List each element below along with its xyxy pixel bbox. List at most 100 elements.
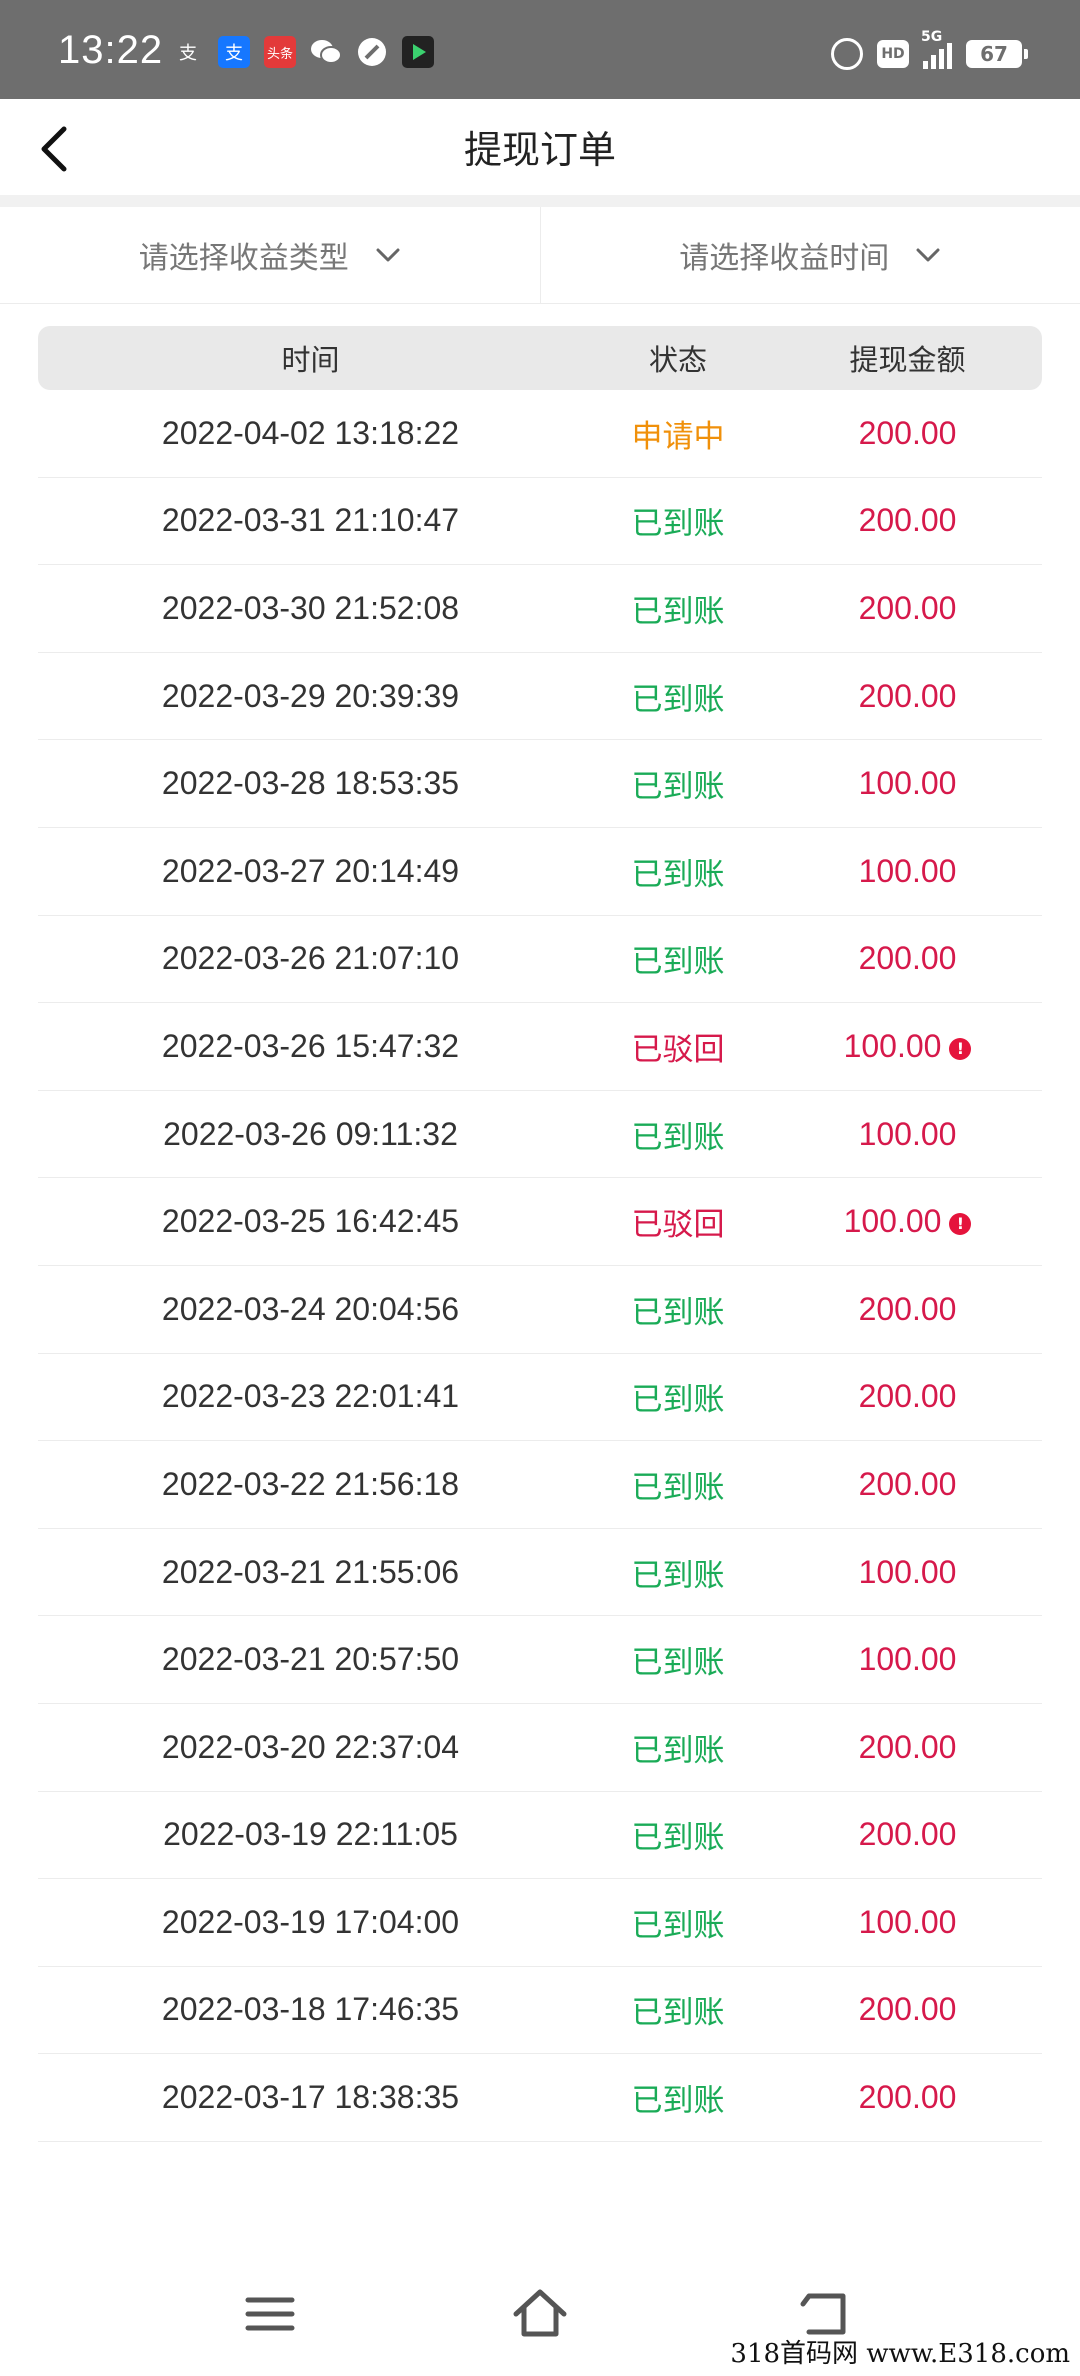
table-row[interactable]: 2022-03-19 22:11:05 已到账 200.00: [38, 1792, 1042, 1880]
table-row[interactable]: 2022-03-30 21:52:08 已到账 200.00: [38, 565, 1042, 653]
table-row[interactable]: 2022-03-22 21:56:18 已到账 200.00: [38, 1441, 1042, 1529]
row-status: 已到账: [631, 769, 725, 806]
withdrawal-table: 时间 状态 提现金额 2022-04-02 13:18:22 申请中 200.00 2…: [38, 326, 1042, 2142]
row-status: 已到账: [631, 1820, 725, 1857]
amount-value: 200.00: [858, 2079, 957, 2116]
row-time: 2022-03-26 15:47:32: [161, 1027, 460, 1064]
alipay-icon: 支: [179, 43, 197, 64]
table-row[interactable]: 2022-03-26 15:47:32 已驳回 100.00!: [38, 1003, 1042, 1091]
table-row[interactable]: 2022-03-17 18:38:35 已到账 200.00: [38, 2054, 1042, 2142]
table-row[interactable]: 2022-03-28 18:53:35 已到账 100.00: [38, 740, 1042, 828]
table-row[interactable]: 2022-03-26 09:11:32 已到账 100.00: [38, 1091, 1042, 1179]
battery-icon: 67: [966, 40, 1028, 68]
table-row[interactable]: 2022-03-20 22:37:04 已到账 200.00: [38, 1704, 1042, 1792]
table-header: 时间 状态 提现金额: [38, 326, 1042, 390]
row-status: 已驳回: [631, 1031, 725, 1068]
row-time: 2022-03-17 18:38:35: [161, 2079, 460, 2116]
amount-value: 100.00: [858, 1553, 957, 1590]
amount-value: 100.00: [858, 1903, 957, 1940]
menu-button[interactable]: [240, 2284, 300, 2344]
row-time: 2022-03-31 21:10:47: [161, 502, 460, 539]
income-time-label: 请选择收益时间: [679, 241, 890, 276]
app-header: 提现订单: [0, 99, 1080, 195]
row-status: 已到账: [631, 1294, 725, 1331]
row-status: 已到账: [631, 1557, 725, 1594]
row-time: 2022-03-26 09:11:32: [163, 1115, 458, 1152]
row-amount: 200.00: [773, 1466, 1042, 1503]
amount-value: 200.00: [858, 1728, 957, 1765]
amount-value: 200.00: [858, 677, 957, 714]
row-status: 已到账: [631, 593, 725, 630]
row-time: 2022-03-25 16:42:45: [161, 1203, 460, 1240]
page-title: 提现订单: [463, 128, 616, 172]
amount-value: 100.00: [858, 1641, 957, 1678]
home-icon: [513, 2289, 567, 2337]
row-amount: 100.00: [773, 853, 1042, 890]
home-button[interactable]: [510, 2284, 570, 2344]
amount-value: 200.00: [858, 940, 957, 977]
wechat-icon: [310, 36, 342, 68]
amount-value: 200.00: [858, 1991, 957, 2028]
table-row[interactable]: 2022-03-19 17:04:00 已到账 100.00: [38, 1879, 1042, 1967]
watermark-text: 318首码网 www.E318.com: [730, 2339, 1070, 2369]
row-status: 已到账: [631, 1119, 725, 1156]
table-row[interactable]: 2022-03-23 22:01:41 已到账 200.00: [38, 1354, 1042, 1442]
table-row[interactable]: 2022-03-24 20:04:56 已到账 200.00: [38, 1266, 1042, 1354]
table-row[interactable]: 2022-03-29 20:39:39 已到账 200.00: [38, 653, 1042, 741]
table-row[interactable]: 2022-03-31 21:10:47 已到账 200.00: [38, 478, 1042, 566]
amount-value: 200.00: [858, 414, 957, 451]
table-row[interactable]: 2022-03-21 21:55:06 已到账 100.00: [38, 1529, 1042, 1617]
column-header-status: 状态: [648, 343, 707, 377]
column-header-amount: 提现金额: [849, 343, 966, 377]
filter-bar: 请选择收益类型 请选择收益时间: [0, 207, 1080, 304]
row-amount: 200.00: [773, 415, 1042, 452]
amount-value: 200.00: [858, 1816, 957, 1853]
row-status: 已到账: [631, 856, 725, 893]
warning-icon[interactable]: !: [949, 1213, 972, 1236]
row-time: 2022-03-28 18:53:35: [161, 765, 460, 802]
table-row[interactable]: 2022-03-25 16:42:45 已驳回 100.00!: [38, 1178, 1042, 1266]
row-time: 2022-03-18 17:46:35: [161, 1991, 460, 2028]
row-time: 2022-03-30 21:52:08: [161, 589, 460, 626]
amount-value: 200.00: [858, 502, 957, 539]
row-time: 2022-03-29 20:39:39: [161, 677, 460, 714]
row-amount: 200.00: [773, 2079, 1042, 2116]
table-row[interactable]: 2022-03-27 20:14:49 已到账 100.00: [38, 828, 1042, 916]
toutiao-icon: 头条: [264, 36, 296, 68]
row-amount: 200.00: [773, 1816, 1042, 1853]
table-row[interactable]: 2022-03-26 21:07:10 已到账 200.00: [38, 916, 1042, 1004]
row-amount: 100.00: [773, 1641, 1042, 1678]
amount-value: 200.00: [858, 1378, 957, 1415]
row-amount: 200.00: [773, 1991, 1042, 2028]
row-amount: 100.00: [773, 765, 1042, 802]
compass-icon: [356, 36, 388, 68]
row-time: 2022-03-26 21:07:10: [161, 940, 460, 977]
income-type-label: 请选择收益类型: [138, 241, 349, 276]
signal-icon: 5G: [921, 29, 952, 69]
amount-value: 200.00: [858, 589, 957, 626]
amount-value: 100.00: [843, 1203, 942, 1240]
row-amount: 100.00: [773, 1904, 1042, 1941]
row-time: 2022-03-19 22:11:05: [163, 1816, 458, 1853]
row-amount: 100.00: [773, 1116, 1042, 1153]
row-amount: 100.00!: [773, 1028, 1042, 1065]
table-row[interactable]: 2022-04-02 13:18:22 申请中 200.00: [38, 390, 1042, 478]
income-type-filter[interactable]: 请选择收益类型: [0, 207, 540, 303]
header-divider: [0, 195, 1080, 207]
table-row[interactable]: 2022-03-18 17:46:35 已到账 200.00: [38, 1967, 1042, 2055]
hd-icon: HD: [877, 40, 909, 68]
row-status: 申请中: [631, 418, 725, 455]
notification-icons: 支 支 头条: [172, 36, 434, 68]
income-time-filter[interactable]: 请选择收益时间: [539, 207, 1080, 303]
column-header-time: 时间: [281, 343, 340, 377]
warning-icon[interactable]: !: [949, 1037, 972, 1060]
row-status: 已到账: [631, 1907, 725, 1944]
row-time: 2022-03-21 21:55:06: [161, 1553, 460, 1590]
alarm-icon: [831, 38, 863, 70]
row-amount: 200.00: [773, 678, 1042, 715]
row-amount: 200.00: [773, 1378, 1042, 1415]
table-row[interactable]: 2022-03-21 20:57:50 已到账 100.00: [38, 1616, 1042, 1704]
row-status: 已到账: [631, 1645, 725, 1682]
row-status: 已到账: [631, 1995, 725, 2032]
row-time: 2022-03-19 17:04:00: [161, 1903, 460, 1940]
